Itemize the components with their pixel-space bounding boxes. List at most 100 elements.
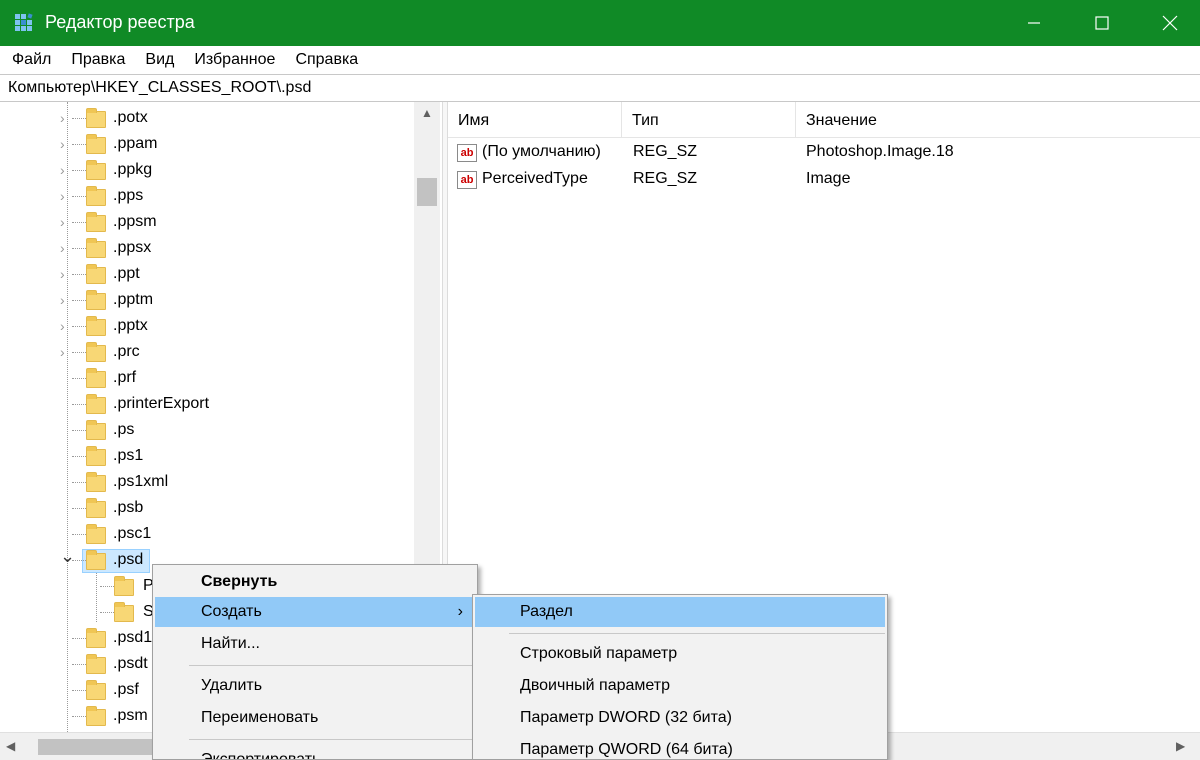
maximize-button[interactable]	[1068, 0, 1136, 46]
submenu-binary-value[interactable]: Двоичный параметр	[475, 671, 885, 701]
submenu-dword-value[interactable]: Параметр DWORD (32 бита)	[475, 703, 885, 733]
chevron-right-icon[interactable]: ›	[60, 162, 74, 180]
tree-item-label: .pptx	[113, 317, 148, 334]
tree-item[interactable]: .ps1xml	[0, 470, 420, 496]
folder-icon	[86, 498, 106, 518]
minimize-button[interactable]	[1000, 0, 1068, 46]
tree-item[interactable]: .printerExport	[0, 392, 420, 418]
tree-item[interactable]: › .ppt	[0, 262, 420, 288]
tree-item[interactable]: .ps1	[0, 444, 420, 470]
close-button[interactable]	[1136, 0, 1200, 46]
menu-view[interactable]: Вид	[135, 46, 184, 74]
tree-item[interactable]: › .potx	[0, 106, 420, 132]
tree-item[interactable]: › .pptx	[0, 314, 420, 340]
ctx-collapse[interactable]: Свернуть	[155, 567, 475, 597]
chevron-right-icon[interactable]: ›	[60, 214, 74, 232]
menu-edit[interactable]: Правка	[61, 46, 135, 74]
ctx-export[interactable]: Экспортировать	[155, 745, 475, 759]
tree-item[interactable]: › .prc	[0, 340, 420, 366]
chevron-right-icon[interactable]: ›	[60, 292, 74, 310]
tree-scroll-thumb[interactable]	[417, 178, 437, 206]
tree-item-label: .ppkg	[113, 161, 153, 178]
scroll-right-arrow-icon[interactable]: ▶	[1176, 739, 1185, 753]
title-bar: Редактор реестра	[0, 0, 1200, 46]
menu-help[interactable]: Справка	[285, 46, 368, 74]
tree-connector	[72, 118, 86, 119]
tree-item-label: .ps1xml	[113, 473, 169, 490]
submenu-string-value[interactable]: Строковый параметр	[475, 639, 885, 669]
tree-connector	[72, 248, 86, 249]
tree-item[interactable]: › .pptm	[0, 288, 420, 314]
tree-connector	[72, 456, 86, 457]
tree-item-label: .psd1	[113, 629, 153, 646]
tree-item[interactable]: › .ppsx	[0, 236, 420, 262]
tree-item-label: .psdt	[113, 655, 148, 672]
tree-item-label: .prf	[113, 369, 137, 386]
tree-item[interactable]: .prf	[0, 366, 420, 392]
row-name: (По умолчанию)	[482, 143, 601, 160]
ctx-rename[interactable]: Переименовать	[155, 703, 475, 733]
submenu-binary-label: Двоичный параметр	[520, 677, 670, 694]
chevron-right-icon[interactable]: ›	[60, 240, 74, 258]
menu-file[interactable]: Файл	[2, 46, 61, 74]
tree-item-label: .ppsx	[113, 239, 152, 256]
chevron-right-icon[interactable]: ›	[60, 136, 74, 154]
chevron-right-icon[interactable]: ›	[60, 266, 74, 284]
chevron-right-icon[interactable]: ›	[60, 318, 74, 336]
tree-item[interactable]: .ps	[0, 418, 420, 444]
address-bar[interactable]: Компьютер\HKEY_CLASSES_ROOT\.psd	[0, 74, 1200, 102]
menu-favorites[interactable]: Избранное	[184, 46, 285, 74]
tree-item[interactable]: › .ppkg	[0, 158, 420, 184]
tree-item-label: .pptm	[113, 291, 154, 308]
column-name[interactable]: Имя	[448, 102, 622, 138]
ctx-find[interactable]: Найти...	[155, 629, 475, 659]
chevron-down-icon[interactable]: ⌄	[60, 546, 75, 566]
folder-icon	[114, 602, 134, 622]
column-type[interactable]: Тип	[622, 102, 796, 138]
chevron-right-icon[interactable]: ›	[60, 344, 74, 362]
ctx-delete-label: Удалить	[201, 677, 263, 694]
tree-item[interactable]: .psb	[0, 496, 420, 522]
tree-item-label: .pps	[113, 187, 144, 204]
tree-item[interactable]: › .ppsm	[0, 210, 420, 236]
tree-item-label: .psd	[113, 551, 144, 568]
tree-connector	[72, 300, 86, 301]
submenu-qword-value[interactable]: Параметр QWORD (64 бита)	[475, 735, 885, 759]
scroll-left-arrow-icon[interactable]: ◀	[6, 739, 15, 753]
folder-icon	[86, 472, 106, 492]
ctx-new-label: Создать	[201, 603, 262, 620]
tree-item[interactable]: › .ppam	[0, 132, 420, 158]
submenu-arrow-icon: ›	[457, 603, 463, 620]
folder-icon	[86, 394, 106, 414]
submenu-key-label: Раздел	[520, 603, 573, 620]
ctx-new[interactable]: Создать ›	[155, 597, 475, 627]
folder-icon	[114, 576, 134, 596]
tree-item[interactable]: › .pps	[0, 184, 420, 210]
tree-connector	[72, 378, 86, 379]
folder-icon	[86, 550, 106, 570]
submenu-key[interactable]: Раздел	[475, 597, 885, 627]
folder-icon	[86, 420, 106, 440]
chevron-right-icon[interactable]: ›	[60, 110, 74, 128]
tree-connector	[72, 664, 86, 665]
folder-icon	[86, 264, 106, 284]
row-value: Photoshop.Image.18	[806, 143, 954, 160]
tree-item-label: .psf	[113, 681, 139, 698]
folder-icon	[86, 368, 106, 388]
tree-connector	[72, 638, 86, 639]
tree-connector	[72, 560, 86, 561]
tree-item-label: .prc	[113, 343, 140, 360]
chevron-right-icon[interactable]: ›	[60, 188, 74, 206]
list-row[interactable]: ab (По умолчанию) REG_SZ Photoshop.Image…	[448, 140, 1200, 166]
minimize-icon	[1028, 22, 1040, 24]
folder-icon	[86, 238, 106, 258]
column-value[interactable]: Значение	[796, 102, 1200, 138]
ctx-delete[interactable]: Удалить	[155, 671, 475, 701]
tree-item-label: .ppsm	[113, 213, 157, 230]
tree-item[interactable]: .psc1	[0, 522, 420, 548]
folder-icon	[86, 628, 106, 648]
list-row[interactable]: ab PerceivedType REG_SZ Image	[448, 167, 1200, 193]
row-type: REG_SZ	[633, 170, 698, 187]
scroll-up-arrow-icon[interactable]: ▲	[414, 106, 440, 126]
string-value-icon: ab	[457, 144, 477, 162]
